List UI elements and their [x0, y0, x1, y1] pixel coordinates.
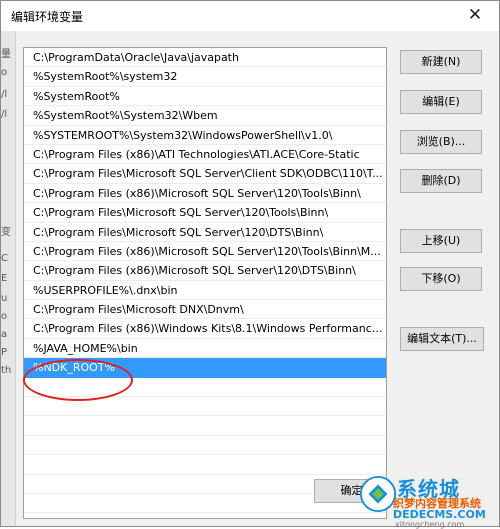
bg-text: u — [1, 293, 8, 304]
bg-text: C — [1, 253, 8, 264]
list-item[interactable]: %USERPROFILE%\.dnx\bin — [24, 281, 386, 301]
edit-button[interactable]: 编辑(E) — [400, 90, 482, 114]
bg-text: th — [1, 365, 12, 376]
move-up-button[interactable]: 上移(U) — [400, 229, 482, 253]
list-item[interactable]: %JAVA_HOME%\bin — [24, 339, 386, 359]
list-item[interactable]: %SYSTEMROOT%\System32\WindowsPowerShell\… — [24, 126, 386, 145]
bg-text: E — [1, 273, 8, 284]
bg-text: 量 — [1, 49, 11, 60]
list-item-empty[interactable] — [24, 397, 386, 417]
list-item[interactable]: %SystemRoot% — [24, 87, 386, 107]
list-item[interactable]: C:\Program Files (x86)\Microsoft SQL Ser… — [24, 184, 386, 204]
dialog-title: 编辑环境变量 — [11, 10, 84, 24]
list-item[interactable]: C:\Program Files\Microsoft SQL Server\Cl… — [24, 164, 386, 184]
bg-text: o — [1, 67, 8, 78]
list-item-empty[interactable] — [24, 416, 386, 436]
bg-text: a — [1, 329, 8, 340]
browse-button[interactable]: 浏览(B)... — [400, 130, 482, 154]
edit-env-variable-dialog: 编辑环境变量 ✕ 量 o /l /l 变 C E u o a P th C:\P… — [0, 0, 500, 529]
list-item-selected[interactable]: %NDK_ROOT% — [24, 358, 386, 378]
bg-text: /l — [1, 109, 8, 120]
list-item[interactable]: C:\Program Files (x86)\Microsoft SQL Ser… — [24, 242, 386, 262]
delete-button[interactable]: 删除(D) — [400, 169, 482, 193]
bg-text: o — [1, 311, 8, 322]
new-button[interactable]: 新建(N) — [400, 50, 482, 74]
list-item[interactable]: %SystemRoot%\System32\Wbem — [24, 106, 386, 126]
list-item[interactable]: C:\Program Files (x86)\Windows Kits\8.1\… — [24, 319, 386, 339]
list-item[interactable]: %SystemRoot%\system32 — [24, 67, 386, 87]
path-list[interactable]: C:\ProgramData\Oracle\Java\javapath %Syst… — [23, 47, 387, 519]
list-item[interactable]: C:\Program Files\Microsoft SQL Server\12… — [24, 223, 386, 242]
list-item-empty[interactable] — [24, 436, 386, 456]
bg-text: P — [1, 347, 8, 358]
watermark-url: xitongcheng.com — [395, 520, 465, 529]
bg-text: 变 — [1, 227, 11, 238]
list-item[interactable]: C:\Program Files (x86)\ATI Technologies\… — [24, 145, 386, 165]
bg-text: /l — [1, 89, 8, 100]
background-window-strip: 量 o /l /l 变 C E u o a P th — [1, 31, 16, 526]
watermark: 系统城 织梦内容管理系统 DEDECMS.COM xitongcheng.com — [351, 471, 500, 529]
title-bar: 编辑环境变量 ✕ — [1, 1, 499, 31]
watermark-logo-icon — [359, 475, 397, 513]
list-item[interactable]: C:\ProgramData\Oracle\Java\javapath — [24, 48, 386, 68]
list-item[interactable]: C:\Program Files\Microsoft SQL Server\12… — [24, 203, 386, 223]
close-icon[interactable]: ✕ — [465, 5, 485, 25]
move-down-button[interactable]: 下移(O) — [400, 267, 482, 291]
list-item[interactable]: C:\Program Files\Microsoft DNX\Dnvm\ — [24, 300, 386, 320]
list-item-empty[interactable] — [24, 455, 386, 475]
edit-text-button[interactable]: 编辑文本(T)... — [400, 327, 484, 351]
list-item-empty[interactable] — [24, 378, 386, 398]
list-item[interactable]: C:\Program Files (x86)\Microsoft SQL Ser… — [24, 261, 386, 281]
